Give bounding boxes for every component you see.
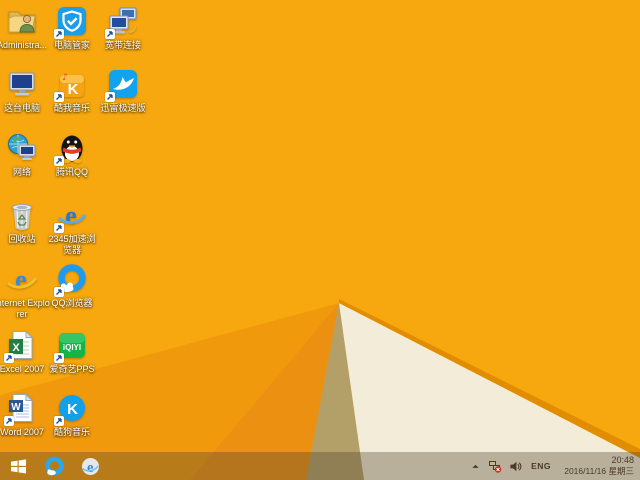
desktop-icon-kugou[interactable]: K 酷狗音乐 xyxy=(44,391,100,438)
svg-text:e: e xyxy=(86,459,93,475)
desktop-icon-label: 腾讯QQ xyxy=(55,167,88,177)
taskbar-pinned-internet-explorer[interactable]: e xyxy=(72,452,108,480)
word-document-icon: W xyxy=(4,391,39,426)
desktop-icon-label: 网络 xyxy=(12,167,31,177)
desktop-icon-label: Administra... xyxy=(0,40,47,50)
svg-text:W: W xyxy=(11,402,21,413)
desktop-icon-administrator[interactable]: Administra... xyxy=(0,4,50,51)
excel-document-icon: X xyxy=(4,328,39,363)
desktop-icon-label: 电脑管家 xyxy=(53,40,90,50)
ie-icon: e xyxy=(5,262,39,296)
language-indicator[interactable]: ENG xyxy=(528,461,554,471)
dual-monitor-icon xyxy=(105,4,140,39)
system-tray: ENG 20:48 2016/11/16 星期三 xyxy=(468,452,640,480)
desktop-icon-iqiyi[interactable]: iQIYI 爱奇艺PPS xyxy=(44,328,100,375)
desktop-icon-label: 这台电脑 xyxy=(3,103,40,113)
desktop-icon-label: 2345加速浏览器 xyxy=(48,234,96,255)
desktop-icon-qq-browser[interactable]: QQ浏览器 xyxy=(44,262,100,309)
desktop-icon-label: 酷狗音乐 xyxy=(53,427,90,437)
shortcut-arrow-icon xyxy=(54,416,64,426)
desktop-icon-this-pc[interactable]: 这台电脑 xyxy=(0,67,50,114)
user-folder-icon xyxy=(5,4,39,38)
svg-text:♪: ♪ xyxy=(62,73,68,83)
blue-ring-icon xyxy=(44,456,64,475)
clock-time: 20:48 xyxy=(611,454,634,465)
desktop-screen: Administra... 电脑管家 宽带连接 这台电脑 K ♪ 酷我音乐 迅雷… xyxy=(0,0,640,480)
start-button[interactable] xyxy=(0,452,36,480)
show-hidden-icons-button[interactable] xyxy=(468,458,482,474)
shortcut-arrow-icon xyxy=(54,92,64,102)
shortcut-arrow-icon xyxy=(54,156,64,166)
desktop-icon-label: 宽带连接 xyxy=(104,40,141,50)
svg-text:K: K xyxy=(68,81,79,98)
desktop-icon-recycle-bin[interactable]: 回收站 xyxy=(0,198,50,245)
network-status-icon[interactable] xyxy=(488,458,502,474)
desktop-icon-word[interactable]: W Word 2007 xyxy=(0,391,50,438)
svg-text:iQIYI: iQIYI xyxy=(63,343,81,352)
kugou-k-icon: K xyxy=(54,391,89,426)
shortcut-arrow-icon xyxy=(4,353,14,363)
chevron-up-icon xyxy=(471,464,479,468)
svg-text:e: e xyxy=(65,201,77,230)
blue-ring-icon xyxy=(54,262,89,297)
desktop-icon-network[interactable]: 网络 xyxy=(0,131,50,178)
windows-logo-icon xyxy=(10,458,26,473)
taskbar-left: e xyxy=(0,452,108,480)
svg-text:X: X xyxy=(12,342,20,354)
ie-icon: e xyxy=(81,457,99,475)
recycle-bin-icon xyxy=(5,198,39,232)
desktop-icon-label: QQ浏览器 xyxy=(51,298,93,308)
desktop-icon-thunder[interactable]: 迅雷极速版 xyxy=(95,67,151,114)
clock-date: 2016/11/16 星期三 xyxy=(564,466,634,477)
desktop-icon-internet-explorer[interactable]: e Internet Explorer xyxy=(0,262,50,319)
browser-e-icon: e xyxy=(54,198,89,233)
taskbar-clock[interactable]: 20:48 2016/11/16 星期三 xyxy=(560,455,636,478)
taskbar: e ENG 20:48 2016/11/16 星期三 xyxy=(0,452,640,480)
svg-text:e: e xyxy=(15,265,27,294)
desktop-icon-label: Excel 2007 xyxy=(0,364,45,374)
desktop-icon-excel[interactable]: X Excel 2007 xyxy=(0,328,50,375)
desktop-icon-label: 回收站 xyxy=(8,234,36,244)
desktop-icon-qq[interactable]: 腾讯QQ xyxy=(44,131,100,178)
penguin-icon xyxy=(54,131,89,166)
computer-monitor-icon xyxy=(5,67,39,101)
shortcut-arrow-icon xyxy=(105,92,115,102)
globe-monitor-icon xyxy=(5,131,39,165)
desktop-icon-label: 迅雷极速版 xyxy=(100,103,146,113)
shortcut-arrow-icon xyxy=(4,416,14,426)
music-box-icon: K ♪ xyxy=(54,67,89,102)
desktop-icon-broadband[interactable]: 宽带连接 xyxy=(95,4,151,51)
volume-icon[interactable] xyxy=(508,458,522,474)
shortcut-arrow-icon xyxy=(54,287,64,297)
shortcut-arrow-icon xyxy=(54,223,64,233)
desktop-icon-label: Internet Explorer xyxy=(0,298,50,319)
iqiyi-icon: iQIYI xyxy=(54,328,89,363)
desktop-icon-label: 爱奇艺PPS xyxy=(49,364,95,374)
svg-text:K: K xyxy=(67,401,78,418)
desktop-icon-label: Word 2007 xyxy=(0,427,44,437)
desktop-icon-pc-manager[interactable]: 电脑管家 xyxy=(44,4,100,51)
desktop-icon-kuwo-music[interactable]: K ♪ 酷我音乐 xyxy=(44,67,100,114)
desktop-icon-2345-browser[interactable]: e 2345加速浏览器 xyxy=(44,198,100,255)
shortcut-arrow-icon xyxy=(105,29,115,39)
shield-check-icon xyxy=(54,4,89,39)
shortcut-arrow-icon xyxy=(54,353,64,363)
bird-icon xyxy=(105,67,140,102)
taskbar-pinned-2345-browser[interactable] xyxy=(36,452,72,480)
desktop-icon-label: 酷我音乐 xyxy=(53,103,90,113)
shortcut-arrow-icon xyxy=(54,29,64,39)
